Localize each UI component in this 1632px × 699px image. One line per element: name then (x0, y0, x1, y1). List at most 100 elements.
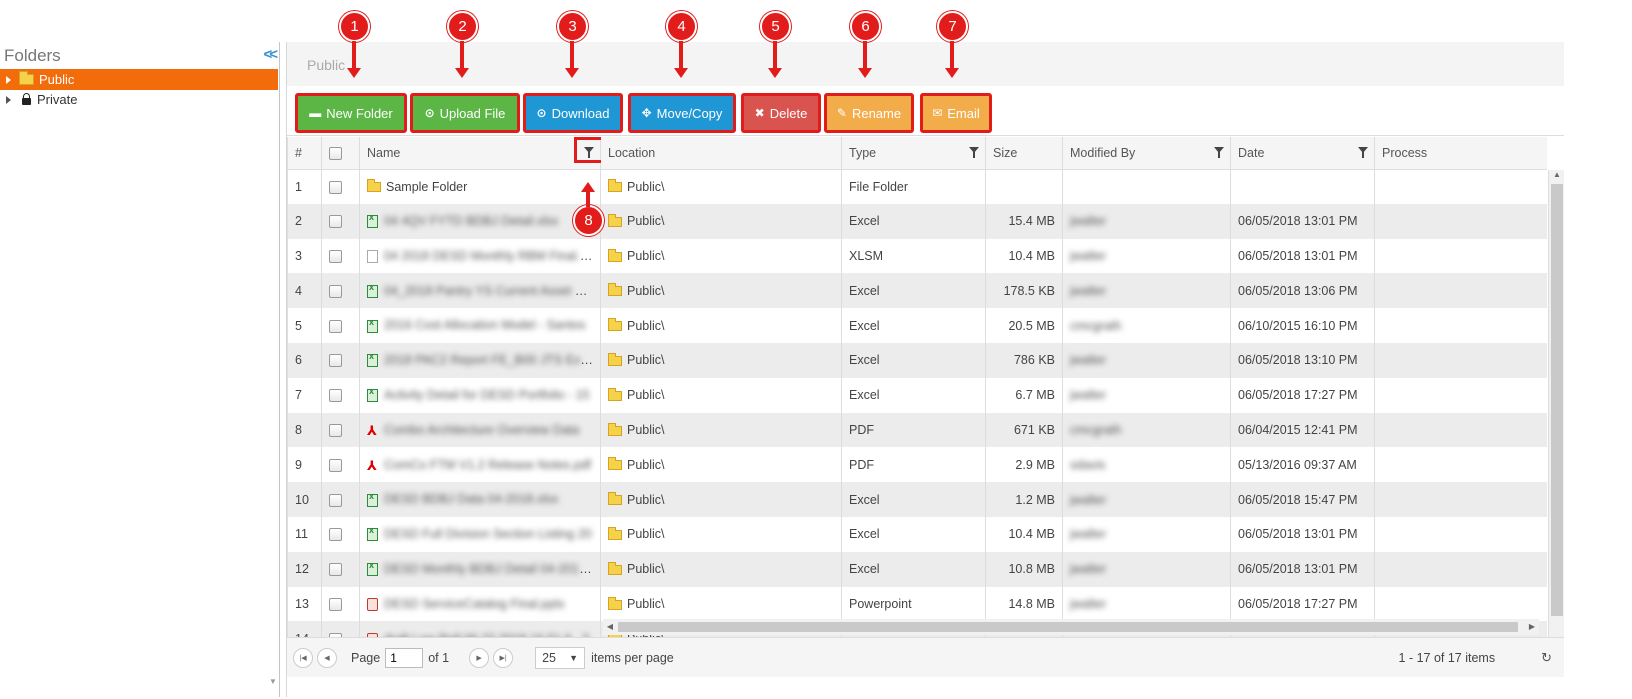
page-size-select[interactable]: 25 ▼ (535, 646, 586, 669)
date-filter-icon[interactable] (1358, 147, 1368, 158)
row-select[interactable] (321, 308, 360, 343)
table-row[interactable]: 6 2018 PAC2 Report FE_B00 JTS Extract Publ… (287, 342, 1547, 378)
row-checkbox[interactable] (329, 563, 342, 577)
row-checkbox[interactable] (329, 354, 342, 368)
first-page-icon[interactable]: |◀ (293, 647, 313, 668)
breadcrumb[interactable]: Public (307, 57, 345, 73)
expand-caret-icon[interactable] (6, 95, 11, 104)
row-name[interactable]: Activity Detail for DESD Portfolio - 15 (359, 377, 601, 413)
previous-page-icon[interactable]: ◀ (317, 647, 337, 668)
scroll-left-icon[interactable]: ◀ (603, 619, 617, 635)
file-grid: # Name Location Type Size Modified By Da… (287, 137, 1549, 657)
row-select[interactable] (321, 586, 360, 622)
column-header-size[interactable]: Size (985, 137, 1063, 170)
row-name[interactable]: 04 4QV FYTD BDBJ Detail.xlsx (359, 203, 601, 239)
row-name[interactable]: ⅄ ComCo FTM V1.2 Release Notes.pdf (359, 447, 601, 483)
row-checkbox[interactable] (329, 528, 342, 542)
row-name[interactable]: 04 2018 DESD Monthly RBM Final.xlsm (359, 238, 601, 274)
column-header-process[interactable]: Process (1374, 137, 1547, 170)
scroll-right-icon[interactable]: ▶ (1525, 619, 1539, 635)
modified-by-filter-icon[interactable] (1214, 147, 1224, 158)
row-checkbox[interactable] (329, 389, 342, 403)
refresh-icon[interactable]: ↻ (1541, 650, 1552, 666)
upload-file-button[interactable]: ⊙ Upload File (410, 93, 520, 133)
column-header-type[interactable]: Type (841, 137, 986, 170)
row-name[interactable]: DESD Monthly BDBJ Detail 04-2018 F (359, 551, 601, 587)
row-name[interactable]: Sample Folder (359, 169, 601, 204)
row-checkbox[interactable] (329, 284, 342, 298)
page-number-input[interactable] (385, 647, 424, 668)
row-checkbox[interactable] (329, 180, 342, 194)
row-name[interactable]: 2016 Cost Allocation Model - Santos (359, 308, 601, 343)
collapse-panel-icon[interactable]: << (263, 46, 277, 63)
table-row[interactable]: 10 DESD BDBJ Data 04-2018.xlsx Public\ Exce… (287, 482, 1547, 517)
select-all-checkbox[interactable] (329, 146, 342, 160)
scroll-up-icon[interactable]: ▲ (1549, 170, 1565, 179)
file-name: DESD Monthly BDBJ Detail 04-2018 F (384, 562, 598, 577)
table-row[interactable]: 7 Activity Detail for DESD Portfolio - 15… (287, 377, 1547, 413)
table-row[interactable]: 11 DESD Full Division Section Listing 20 P… (287, 516, 1547, 552)
scroll-down-icon[interactable]: ▼ (267, 677, 279, 697)
row-checkbox[interactable] (329, 215, 342, 229)
table-row[interactable]: 4 04_2018 Pantry YS Current Asset List Pub… (287, 273, 1547, 309)
row-name[interactable]: DESD ServiceCatalog Final.pptx (359, 586, 601, 622)
horizontal-scroll-thumb[interactable] (618, 622, 1518, 632)
row-select[interactable] (321, 551, 360, 587)
expand-caret-icon[interactable] (6, 75, 11, 84)
row-name[interactable]: DESD BDBJ Data 04-2018.xlsx (359, 482, 601, 517)
vertical-scrollbar[interactable]: ▲ ▼ (1548, 170, 1564, 655)
name-filter-icon[interactable] (574, 137, 604, 163)
row-select[interactable] (321, 203, 360, 239)
rename-button[interactable]: ✎ Rename (824, 93, 914, 133)
move-copy-button[interactable]: ✥ Move/Copy (628, 93, 736, 133)
column-header-date[interactable]: Date (1230, 137, 1375, 170)
email-button[interactable]: ✉ Email (920, 93, 992, 133)
row-select[interactable] (321, 447, 360, 483)
row-select[interactable] (321, 516, 360, 552)
row-select[interactable] (321, 482, 360, 517)
row-checkbox[interactable] (329, 424, 342, 438)
table-row[interactable]: 13 DESD ServiceCatalog Final.pptx Public\ P… (287, 586, 1547, 622)
new-folder-button[interactable]: ▬ New Folder (295, 93, 407, 133)
column-header-number[interactable]: # (287, 137, 322, 170)
row-checkbox[interactable] (329, 458, 342, 472)
row-name[interactable]: ⅄ Combo Architecture Overview Data (359, 412, 601, 448)
table-row[interactable]: 8 ⅄ Combo Architecture Overview Data Public… (287, 412, 1547, 448)
row-name[interactable]: 04_2018 Pantry YS Current Asset List (359, 273, 601, 309)
row-select[interactable] (321, 377, 360, 413)
row-select[interactable] (321, 169, 360, 204)
row-checkbox[interactable] (329, 250, 342, 264)
horizontal-scrollbar[interactable]: ◀ ▶ (603, 619, 1539, 635)
next-page-icon[interactable]: ▶ (469, 647, 490, 668)
folder-icon (367, 179, 381, 193)
download-button[interactable]: ⊙ Download (523, 93, 623, 133)
column-header-name[interactable]: Name (359, 137, 604, 170)
delete-button[interactable]: ✖ Delete (741, 93, 821, 133)
column-header-modified-by[interactable]: Modified By (1062, 137, 1231, 170)
column-header-select[interactable] (321, 137, 360, 170)
vertical-scroll-thumb[interactable] (1551, 184, 1563, 616)
folder-icon (608, 179, 622, 193)
tree-item-private[interactable]: Private (0, 89, 278, 110)
column-header-location[interactable]: Location (600, 137, 842, 170)
row-name[interactable]: DESD Full Division Section Listing 20 (359, 516, 601, 552)
table-row[interactable]: 3 04 2018 DESD Monthly RBM Final.xlsm Publ… (287, 238, 1547, 274)
row-select[interactable] (321, 412, 360, 448)
row-size (985, 169, 1063, 204)
row-select[interactable] (321, 273, 360, 309)
row-select[interactable] (321, 238, 360, 274)
row-checkbox[interactable] (329, 598, 342, 612)
table-row[interactable]: 5 2016 Cost Allocation Model - Santos Publ… (287, 308, 1547, 343)
table-row[interactable]: 12 DESD Monthly BDBJ Detail 04-2018 F Publ… (287, 551, 1547, 587)
row-checkbox[interactable] (329, 493, 342, 507)
row-name[interactable]: 2018 PAC2 Report FE_B00 JTS Extract (359, 342, 601, 378)
table-row[interactable]: 9 ⅄ ComCo FTM V1.2 Release Notes.pdf Public… (287, 447, 1547, 483)
last-page-icon[interactable]: ▶| (493, 647, 514, 668)
table-row[interactable]: 1 Sample Folder Public\ File Folder (287, 169, 1547, 204)
row-checkbox[interactable] (329, 319, 342, 333)
row-location: Public\ (600, 169, 842, 204)
type-filter-icon[interactable] (969, 147, 979, 158)
tree-item-public[interactable]: Public (0, 69, 278, 90)
row-select[interactable] (321, 342, 360, 378)
table-row[interactable]: 2 04 4QV FYTD BDBJ Detail.xlsx Public\ Exce… (287, 203, 1547, 239)
